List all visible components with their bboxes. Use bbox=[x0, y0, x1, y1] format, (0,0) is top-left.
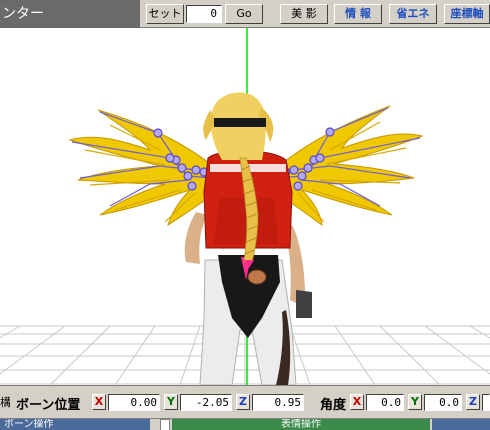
pos-x-input[interactable]: 0.00 bbox=[108, 394, 160, 411]
frame-input[interactable]: 0 bbox=[186, 5, 222, 23]
angle-label: 角度 bbox=[320, 398, 347, 413]
panel-checkbox[interactable] bbox=[160, 419, 170, 430]
pos-y-button[interactable]: Y bbox=[164, 394, 178, 410]
pos-z-button[interactable]: Z bbox=[236, 394, 250, 410]
floor-grid bbox=[0, 325, 490, 385]
expression-operation-tab[interactable]: 表情操作 bbox=[172, 419, 430, 430]
info-button[interactable]: 情 報 bbox=[334, 4, 382, 24]
bone-position-label: ボーン位置 bbox=[16, 398, 81, 413]
angle-y-button[interactable]: Y bbox=[408, 394, 422, 410]
bone-position-bar: 構 ボーン位置 X 0.00 Y -2.05 Z 0.95 角度 X 0.0 Y… bbox=[0, 385, 490, 418]
go-button[interactable]: Go bbox=[225, 4, 263, 24]
right-panel-tab[interactable] bbox=[432, 419, 490, 430]
bone-operation-tab[interactable]: ボーン操作 bbox=[0, 419, 150, 430]
character-model bbox=[184, 92, 312, 385]
pos-x-button[interactable]: X bbox=[92, 394, 106, 410]
angle-z-input[interactable] bbox=[482, 394, 490, 411]
angle-x-input[interactable]: 0.0 bbox=[366, 394, 404, 411]
angle-x-button[interactable]: X bbox=[350, 394, 364, 410]
pos-z-input[interactable]: 0.95 bbox=[252, 394, 304, 411]
bottom-panel-strip: ボーン操作 表情操作 bbox=[0, 418, 490, 430]
pos-y-input[interactable]: -2.05 bbox=[180, 394, 232, 411]
scene-svg bbox=[0, 28, 490, 385]
set-button[interactable]: セット bbox=[146, 4, 184, 24]
toolbar: ンター セット 0 Go 美 影 情 報 省エネ 座標軸 bbox=[0, 0, 490, 28]
angle-z-button[interactable]: Z bbox=[466, 394, 480, 410]
energy-save-button[interactable]: 省エネ bbox=[389, 4, 437, 24]
3d-viewport[interactable] bbox=[0, 28, 490, 385]
angle-y-input[interactable]: 0.0 bbox=[424, 394, 462, 411]
bishadow-button[interactable]: 美 影 bbox=[280, 4, 328, 24]
left-panel-fragment: 構 bbox=[0, 396, 10, 409]
coordinate-axis-button[interactable]: 座標軸 bbox=[444, 4, 490, 24]
window-title: ンター bbox=[0, 0, 140, 28]
